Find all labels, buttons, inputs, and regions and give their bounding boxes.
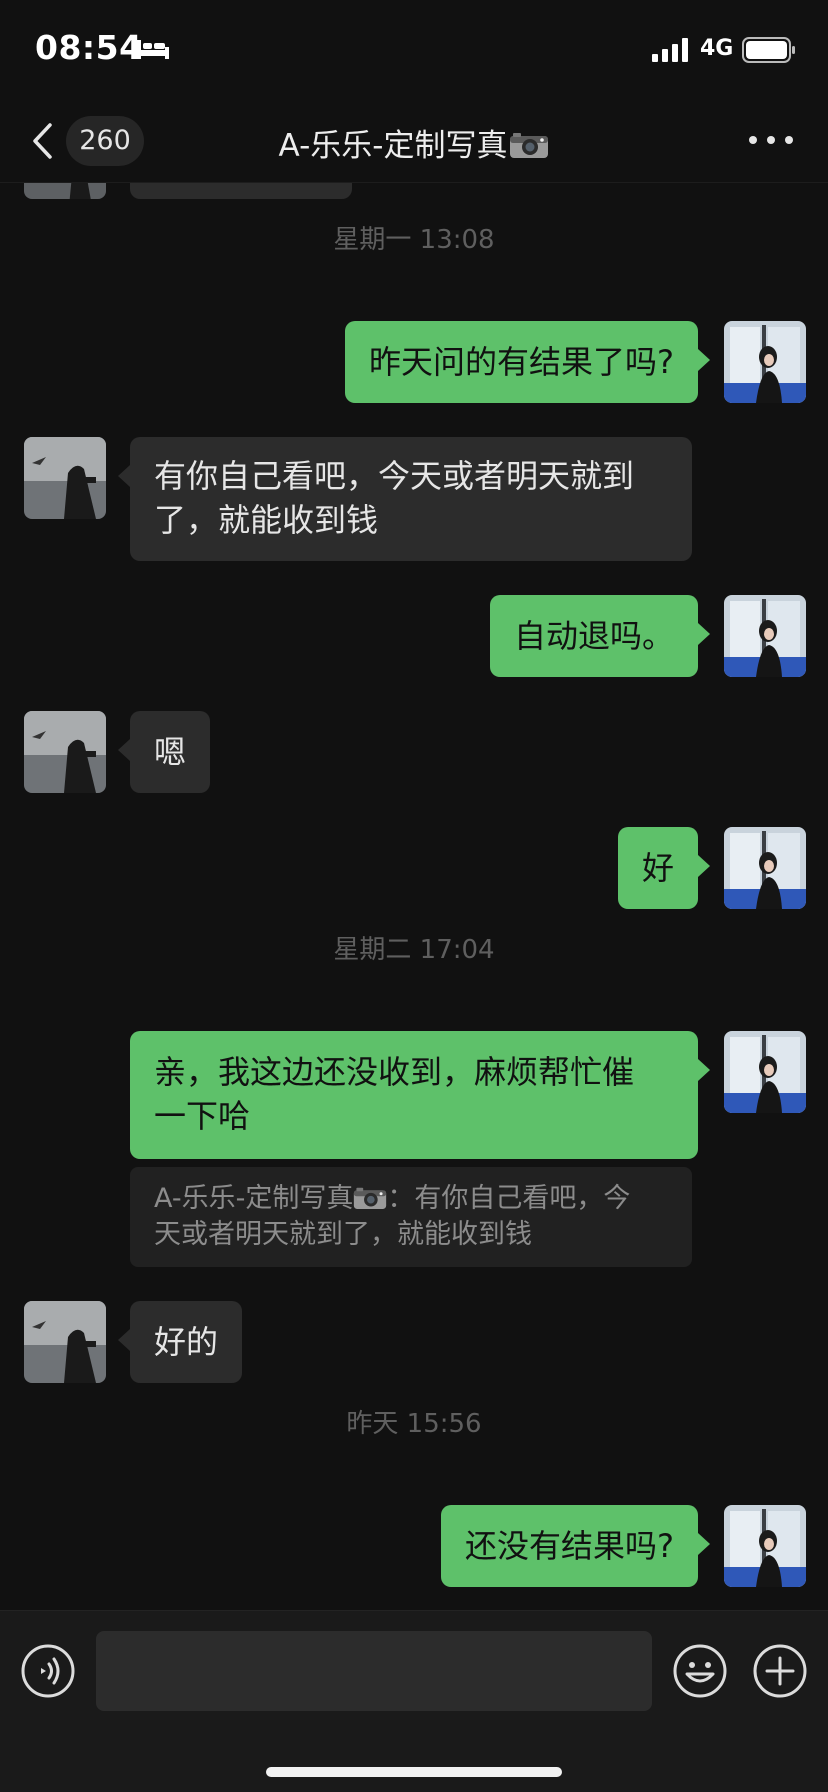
outgoing-message-bubble[interactable]: 自动退吗。 (489, 595, 711, 677)
back-button[interactable]: 260 (22, 114, 172, 168)
battery-icon (742, 37, 795, 63)
quote-sender: A-乐乐-定制写真 (154, 1183, 354, 1214)
more-dots-icon[interactable] (740, 116, 802, 164)
message-text: 还没有结果吗? (465, 1527, 674, 1565)
timestamp: 昨天 15:56 (346, 1409, 482, 1439)
incoming-message-bubble (130, 183, 352, 199)
message-list[interactable]: 星期一 13:08 昨天问的有结果了吗? 有你自己看吧，今天或者明天就到 了，就… (0, 183, 828, 1610)
plus-icon[interactable] (752, 1643, 808, 1699)
message-text: 昨天问的有结果了吗? (369, 343, 674, 381)
emoji-icon[interactable] (672, 1643, 728, 1699)
quote-text-line: 天或者明天就到了，就能收到钱 (154, 1219, 532, 1250)
voice-icon[interactable] (20, 1643, 76, 1699)
message-input[interactable] (96, 1631, 652, 1711)
my-avatar[interactable] (724, 1031, 806, 1113)
status-bar: 08:54 4G (0, 0, 828, 100)
outgoing-message-bubble[interactable]: 亲，我这边还没收到，麻烦帮忙催 一下哈 (130, 1031, 710, 1159)
incoming-message-bubble[interactable]: 嗯 (117, 711, 211, 793)
signal-icon (652, 38, 688, 62)
outgoing-message-bubble[interactable]: 昨天问的有结果了吗? (345, 321, 710, 403)
contact-avatar[interactable] (24, 437, 106, 519)
input-bar (0, 1610, 828, 1792)
my-avatar[interactable] (724, 321, 806, 403)
contact-avatar[interactable] (24, 183, 106, 199)
wechat-chat-screen: 08:54 4G 260 A-乐乐-定制写真 星期一 13:08 昨天问的有结果… (0, 0, 828, 1792)
quote-text: 有你自己看吧，今 (414, 1183, 631, 1214)
chat-title[interactable]: A-乐乐-定制写真 (200, 120, 628, 165)
message-text-line: 一下哈 (154, 1097, 251, 1135)
outgoing-message-bubble[interactable]: 好 (617, 827, 711, 909)
my-avatar[interactable] (724, 595, 806, 677)
camera-icon (510, 133, 549, 158)
message-text-line: 亲，我这边还没收到，麻烦帮忙催 (154, 1053, 635, 1091)
quote-line: A-乐乐-定制写真 ：有你自己看吧，今 (154, 1181, 668, 1217)
incoming-message-bubble[interactable]: 好的 (117, 1301, 243, 1383)
contact-avatar[interactable] (24, 1301, 106, 1383)
message-text: 自动退吗。 (513, 617, 674, 655)
unread-count-badge: 260 (66, 116, 144, 166)
message-text: 好 (641, 849, 674, 887)
my-avatar[interactable] (724, 827, 806, 909)
my-avatar[interactable] (724, 1505, 806, 1587)
home-indicator[interactable] (266, 1767, 562, 1777)
bed-icon (137, 40, 169, 59)
quote-separator: ： (387, 1183, 415, 1214)
message-text-line: 了，就能收到钱 (154, 501, 379, 539)
timestamp: 星期二 17:04 (333, 935, 495, 965)
timestamp: 星期一 13:08 (333, 225, 495, 255)
outgoing-message-bubble[interactable]: 还没有结果吗? (441, 1505, 710, 1587)
chevron-left-icon (33, 123, 52, 159)
message-text-line: 有你自己看吧，今天或者明天就到 (154, 457, 635, 495)
nav-bar: 260 A-乐乐-定制写真 (0, 100, 828, 183)
contact-avatar[interactable] (24, 711, 106, 793)
chat-title-text: A-乐乐-定制写真 (278, 128, 508, 164)
network-label: 4G (700, 36, 734, 61)
status-time: 08:54 (35, 28, 143, 67)
quoted-message[interactable]: A-乐乐-定制写真 ：有你自己看吧，今 天或者明天就到了，就能收到钱 (130, 1167, 692, 1267)
incoming-message-bubble[interactable]: 有你自己看吧，今天或者明天就到 了，就能收到钱 (118, 437, 692, 561)
camera-icon (354, 1187, 387, 1210)
message-text: 嗯 (154, 733, 187, 771)
message-text: 好的 (154, 1323, 219, 1361)
